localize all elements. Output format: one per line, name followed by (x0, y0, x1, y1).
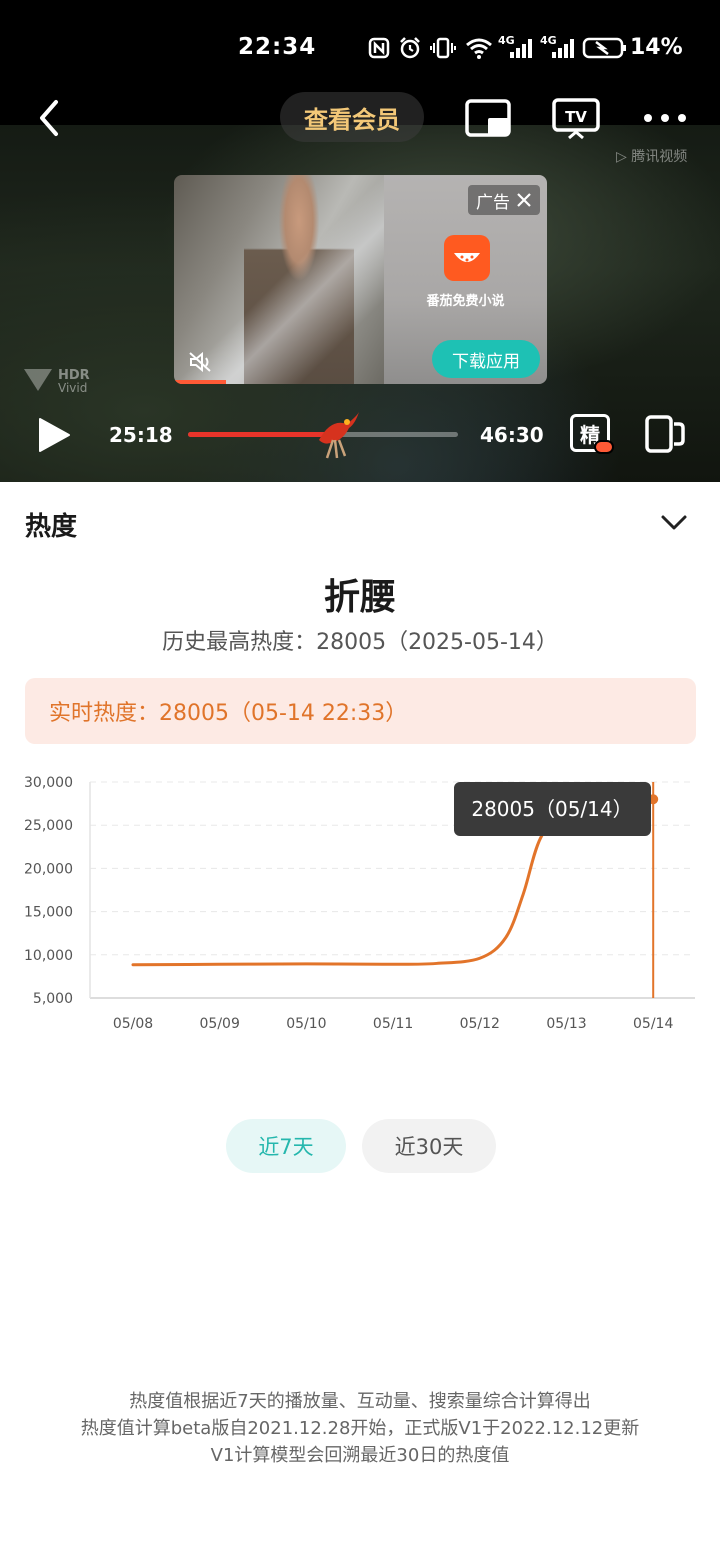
realtime-heat-box: 实时热度：28005（05-14 22:33） (25, 678, 696, 744)
ad-label: 广告 (476, 192, 510, 213)
show-title: 折腰 (323, 577, 396, 618)
tv-cast-button[interactable]: TV (551, 96, 601, 142)
tab-30-days[interactable]: 近30天 (362, 1119, 496, 1173)
wifi-icon (464, 36, 494, 60)
alarm-icon (398, 36, 422, 60)
vip-button[interactable]: 查看会员 (280, 92, 424, 142)
tab-7-days[interactable]: 近7天 (226, 1119, 346, 1173)
ad-video[interactable] (174, 175, 384, 384)
tencent-logo-icon: ▷ (616, 149, 627, 165)
quality-button[interactable]: 精 (570, 414, 616, 456)
chart-tooltip: 28005（05/14） (454, 782, 651, 836)
nfc-icon (368, 36, 390, 60)
x-tick-label: 05/12 (460, 1016, 500, 1032)
ad-panel[interactable]: 广告 番茄免费小说 下载应用 (384, 175, 547, 384)
y-tick-label: 30,000 (24, 775, 73, 791)
x-tick-label: 05/09 (200, 1016, 240, 1032)
ad-download-button[interactable]: 下载应用 (432, 340, 540, 378)
realtime-heat-text: 实时热度：28005（05-14 22:33） (49, 701, 408, 726)
tencent-video-watermark: ▷ 腾讯视频 (616, 149, 688, 165)
heat-panel-header: 热度 (0, 482, 720, 562)
rotate-icon (645, 415, 685, 453)
mute-button[interactable] (188, 351, 214, 373)
y-tick-label: 20,000 (24, 861, 73, 877)
y-tick-label: 10,000 (24, 948, 73, 964)
total-time: 46:30 (480, 423, 544, 447)
x-tick-label: 05/10 (286, 1016, 326, 1032)
ad-overlay[interactable]: 广告 番茄免费小说 下载应用 (174, 175, 547, 384)
vibrate-icon (430, 36, 456, 60)
tomato-novel-app-icon[interactable] (444, 235, 490, 281)
range-tabs: 近7天 近30天 (0, 1119, 720, 1173)
close-icon (517, 193, 531, 207)
heat-line-chart[interactable]: 5,000 10,000 15,000 20,000 25,000 30,000 05/0… (0, 770, 720, 1040)
footnote-line: V1计算模型会回溯最近30日的热度值 (210, 1445, 510, 1466)
history-peak-text: 历史最高热度：28005（2025-05-14） (162, 630, 558, 655)
y-tick-label: 15,000 (24, 905, 73, 921)
tooltip-text: 28005（05/14） (471, 797, 632, 821)
current-time: 25:18 (109, 423, 173, 447)
play-icon (39, 418, 70, 452)
collapse-button[interactable] (660, 512, 688, 534)
back-button[interactable] (30, 96, 70, 140)
back-icon (40, 100, 58, 136)
status-time: 22:34 (238, 34, 317, 60)
svg-text:TV: TV (565, 108, 587, 126)
battery-icon (582, 36, 628, 60)
pip-icon (465, 99, 511, 137)
x-tick-label: 05/11 (373, 1016, 413, 1032)
video-player[interactable]: 22:34 4G 4G 14% 查看会员 TV ▷ 腾讯视频 广告 番茄免费小说… (0, 0, 720, 482)
x-tick-label: 05/08 (113, 1016, 153, 1032)
more-button[interactable] (642, 106, 688, 130)
hdr-vivid-logo: HDR Vivid (22, 365, 102, 395)
rotate-button[interactable] (644, 414, 686, 454)
ad-progress (174, 380, 226, 384)
footnote-line: 热度值根据近7天的播放量、互动量、搜索量综合计算得出 (129, 1391, 591, 1412)
ad-close-button[interactable]: 广告 (468, 185, 540, 215)
ad-app-name: 番茄免费小说 (426, 294, 505, 309)
y-tick-label: 5,000 (33, 991, 73, 1007)
pip-button[interactable] (464, 98, 514, 138)
tv-cast-icon: TV (552, 98, 600, 140)
more-icon (644, 114, 686, 122)
svg-text:Vivid: Vivid (58, 381, 87, 395)
play-button[interactable] (36, 416, 72, 454)
battery-percent: 14% (630, 35, 683, 60)
footnotes: 热度值根据近7天的播放量、互动量、搜索量综合计算得出 热度值计算beta版自20… (0, 1388, 720, 1469)
x-tick-label: 05/14 (633, 1016, 673, 1032)
y-tick-label: 25,000 (24, 818, 73, 834)
quality-toggle-icon (594, 440, 614, 454)
footnote-line: 热度值计算beta版自2021.12.28开始，正式版V1于2022.12.12… (80, 1418, 640, 1439)
chevron-down-icon (661, 515, 687, 530)
status-bar: 22:34 4G 4G 14% (238, 34, 683, 60)
panel-title: 热度 (25, 512, 78, 542)
progress-thumb-icon[interactable] (313, 410, 361, 460)
mute-icon (189, 351, 211, 373)
x-tick-label: 05/13 (546, 1016, 586, 1032)
